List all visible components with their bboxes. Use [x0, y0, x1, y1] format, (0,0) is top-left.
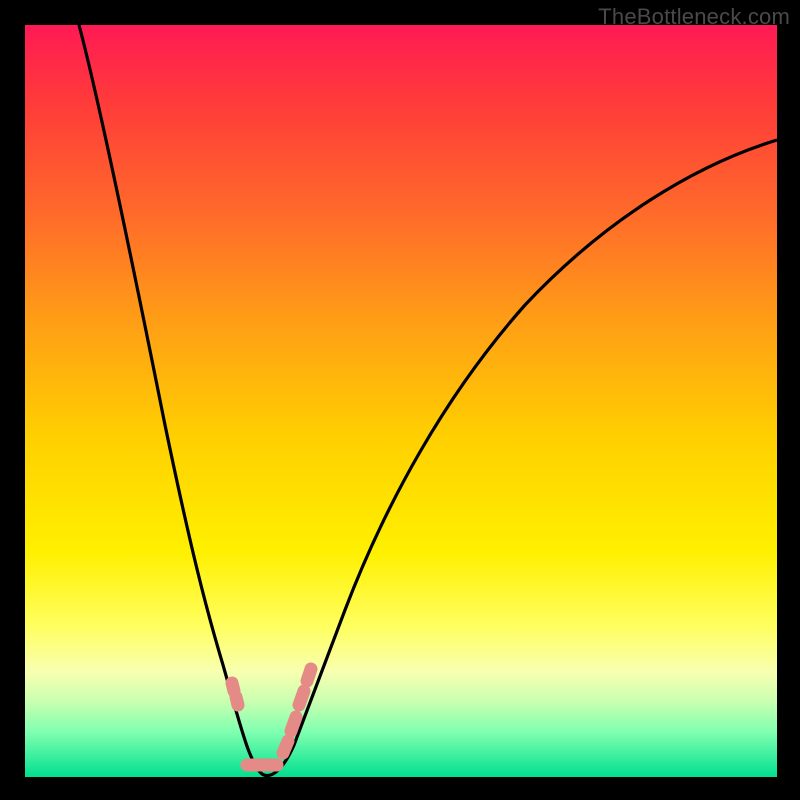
marker-region [232, 669, 311, 765]
bottleneck-curve [79, 25, 777, 776]
chart-plot-area [25, 25, 777, 777]
watermark-text: TheBottleneck.com [598, 4, 790, 30]
chart-svg [25, 25, 777, 777]
